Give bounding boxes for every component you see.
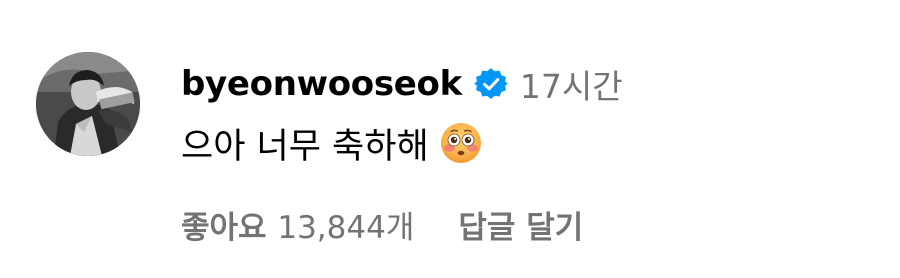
profile-photo bbox=[36, 52, 140, 156]
verified-badge-icon bbox=[473, 67, 508, 101]
comment-actions: 좋아요 13,844개 답글 달기 bbox=[181, 200, 583, 248]
likes-link[interactable]: 좋아요 13,844개 bbox=[181, 202, 414, 247]
comment-timestamp[interactable]: 17시간 bbox=[520, 60, 623, 108]
reply-button[interactable]: 답글 달기 bbox=[458, 202, 583, 247]
comment: byeonwooseok 17시간 으아 너무 축하해 좋아요 13,844개 … bbox=[0, 0, 900, 278]
username-link[interactable]: byeonwooseok bbox=[181, 64, 462, 104]
avatar[interactable] bbox=[36, 52, 140, 156]
likes-label: 좋아요 bbox=[181, 209, 278, 246]
comment-header: byeonwooseok 17시간 bbox=[181, 58, 623, 110]
likes-count: 13,844개 bbox=[277, 209, 415, 246]
flushed-face-emoji-icon bbox=[439, 121, 483, 165]
comment-body: 으아 너무 축하해 bbox=[181, 116, 483, 170]
comment-text: 으아 너무 축하해 bbox=[181, 126, 429, 167]
